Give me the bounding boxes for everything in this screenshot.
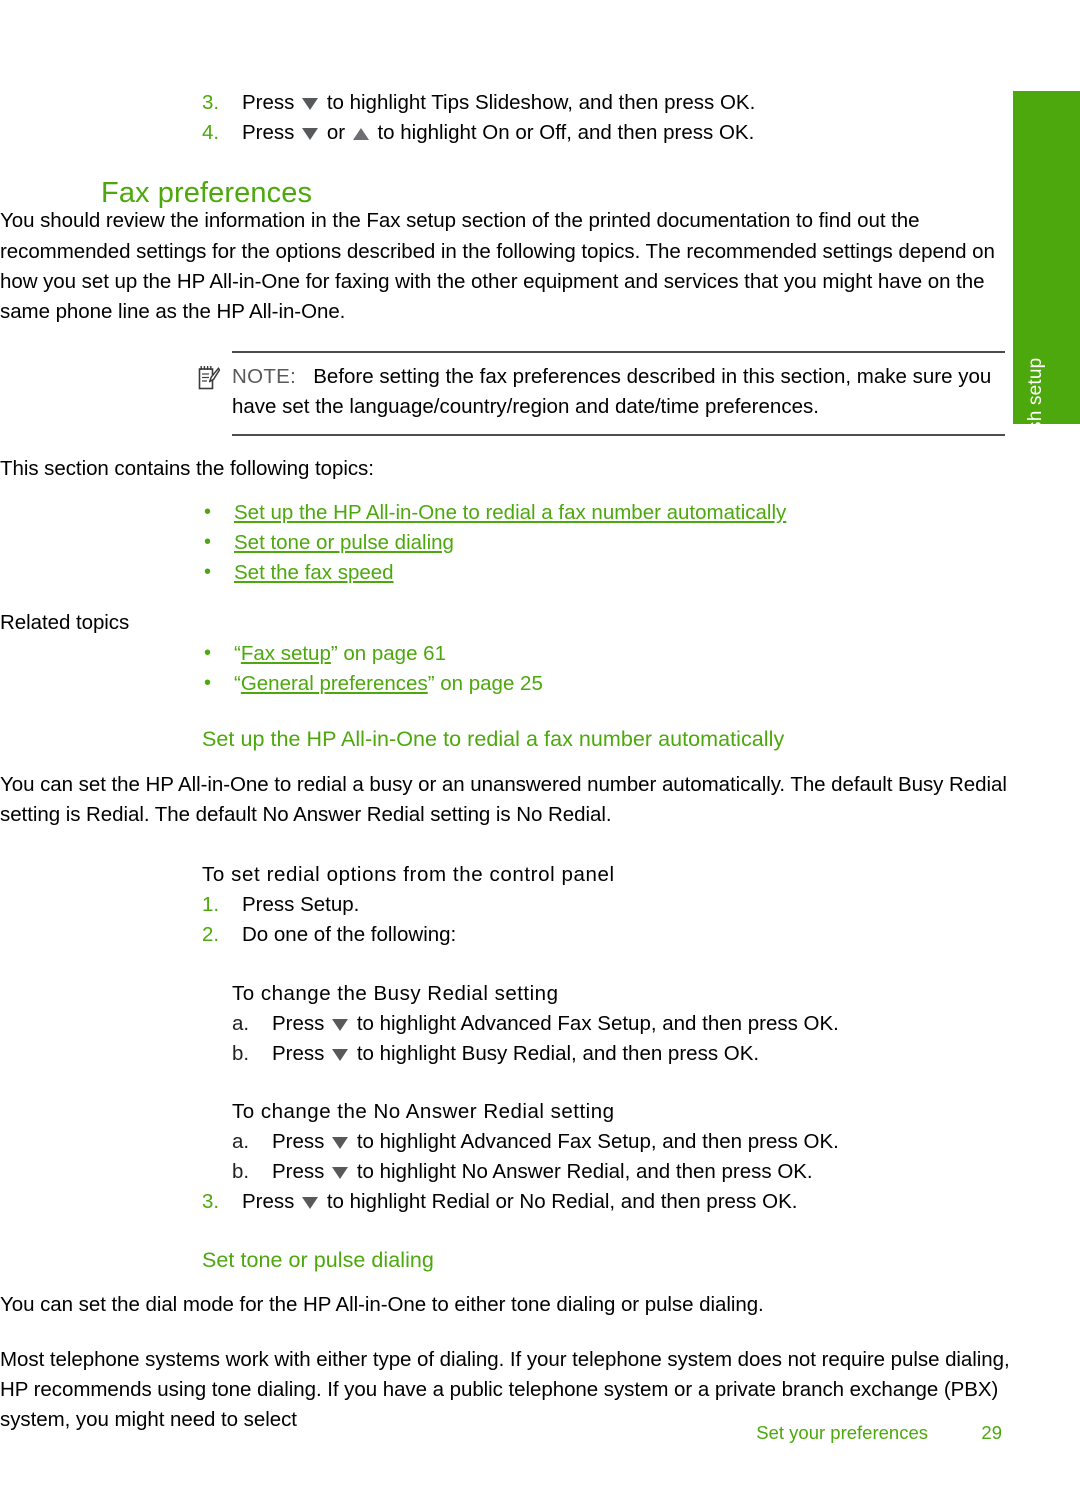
step-text-before: Press bbox=[272, 1011, 325, 1035]
step-item: b. Press to highlight Busy Redial, and t… bbox=[232, 1039, 1005, 1069]
list-item: • Set tone or pulse dialing bbox=[202, 528, 1005, 558]
section-heading-tone-pulse: Set tone or pulse dialing bbox=[202, 1247, 434, 1272]
step-marker: b. bbox=[232, 1160, 250, 1184]
bullet-dot-icon: • bbox=[204, 500, 212, 523]
redial-steps-list: 1. Press Setup. 2. Do one of the followi… bbox=[202, 890, 1005, 950]
triangle-down-icon bbox=[332, 1018, 349, 1031]
step-text: Do one of the following: bbox=[242, 923, 457, 947]
section-thumb-tab: Finish setup bbox=[1013, 91, 1080, 462]
section-heading-redial: Set up the HP All-in-One to redial a fax… bbox=[202, 727, 785, 752]
step-marker: 1. bbox=[202, 893, 220, 917]
related-topics-label: Related topics bbox=[0, 611, 130, 635]
related-topic-quote-close: ” bbox=[427, 671, 435, 695]
topics-intro: This section contains the following topi… bbox=[0, 456, 374, 480]
fax-preferences-intro: You should review the information in the… bbox=[0, 209, 995, 324]
bullet-dot-icon: • bbox=[204, 641, 212, 664]
list-item: • Set up the HP All-in-One to redial a f… bbox=[202, 498, 1005, 528]
sub-procedure-title-busy-redial: To change the Busy Redial setting bbox=[232, 981, 559, 1005]
redial-intro: You can set the HP All-in-One to redial … bbox=[0, 772, 1007, 826]
step-text-before: Press bbox=[242, 121, 295, 145]
step-item: b. Press to highlight No Answer Redial, … bbox=[232, 1157, 1005, 1187]
step-text-before: Press bbox=[272, 1129, 325, 1153]
step-text-after: to highlight Tips Slideshow, and then pr… bbox=[326, 91, 756, 114]
list-item: • “Fax setup” on page 61 bbox=[202, 639, 1005, 669]
tone-pulse-paragraph-1: You can set the dial mode for the HP All… bbox=[0, 1293, 764, 1317]
step-marker: 2. bbox=[202, 923, 220, 947]
bullet-dot-icon: • bbox=[204, 671, 212, 694]
note-body-text: Before setting the fax preferences descr… bbox=[232, 365, 992, 419]
step-text-before: Press bbox=[242, 1190, 295, 1214]
no-answer-redial-steps-list: a. Press to highlight Advanced Fax Setup… bbox=[232, 1127, 1005, 1187]
note-pad-pencil-icon bbox=[198, 365, 221, 390]
triangle-down-icon bbox=[332, 1167, 349, 1180]
list-item: • “General preferences” on page 25 bbox=[202, 669, 1005, 699]
page-title: Fax preferences bbox=[101, 177, 313, 209]
step-text-after: to highlight No Answer Redial, and then … bbox=[356, 1160, 813, 1184]
list-item: • Set the fax speed bbox=[202, 558, 1005, 588]
step-marker: 4. bbox=[202, 121, 220, 145]
procedure-title: To set redial options from the control p… bbox=[202, 863, 615, 887]
section-thumb-tab-label: Finish setup bbox=[1024, 357, 1046, 463]
step-item: 3. Press to highlight Tips Slideshow, an… bbox=[202, 88, 1005, 118]
related-topic-quote-open: “ bbox=[234, 641, 241, 665]
triangle-down-icon bbox=[302, 128, 319, 141]
topic-link[interactable]: Set the fax speed bbox=[234, 561, 394, 584]
related-topic-page: on page 61 bbox=[337, 641, 446, 665]
footer-section-title: Set your preferences bbox=[756, 1422, 928, 1443]
step-text-after: to highlight Redial or No Redial, and th… bbox=[326, 1190, 798, 1214]
note-label: NOTE: bbox=[232, 365, 297, 389]
step-item: 2. Do one of the following: bbox=[202, 920, 1005, 950]
triangle-down-icon bbox=[302, 98, 319, 110]
bullet-dot-icon: • bbox=[204, 531, 212, 554]
redial-final-step-list: 3. Press to highlight Redial or No Redia… bbox=[202, 1187, 1005, 1217]
triangle-down-icon bbox=[332, 1048, 349, 1061]
topics-link-list: • Set up the HP All-in-One to redial a f… bbox=[202, 498, 1005, 589]
triangle-up-icon bbox=[352, 128, 369, 141]
continued-steps-list: 3. Press to highlight Tips Slideshow, an… bbox=[202, 88, 1005, 148]
step-item: 4. Press or to highlight On or Off, and … bbox=[202, 118, 1005, 148]
page-content: 3. Press to highlight Tips Slideshow, an… bbox=[0, 0, 1013, 1495]
related-topic-quote-open: “ bbox=[234, 671, 241, 695]
step-text-after: to highlight Advanced Fax Setup, and the… bbox=[356, 1129, 839, 1153]
step-item: a. Press to highlight Advanced Fax Setup… bbox=[232, 1127, 1005, 1157]
related-topics-list: • “Fax setup” on page 61 • “General pref… bbox=[202, 639, 1005, 699]
step-marker: b. bbox=[232, 1041, 250, 1065]
sub-procedure-title-no-answer-redial: To change the No Answer Redial setting bbox=[232, 1099, 615, 1123]
step-item: a. Press to highlight Advanced Fax Setup… bbox=[232, 1009, 1005, 1039]
step-item: 1. Press Setup. bbox=[202, 890, 1005, 920]
page-footer: Set your preferences 29 bbox=[0, 1422, 1013, 1444]
step-item: 3. Press to highlight Redial or No Redia… bbox=[202, 1187, 1005, 1217]
note-text: NOTE: Before setting the fax preferences… bbox=[232, 362, 1005, 422]
step-text-after: to highlight On or Off, and then press O… bbox=[377, 121, 755, 145]
step-text-middle: or bbox=[326, 121, 346, 145]
step-text-before: Press bbox=[272, 1041, 325, 1065]
step-text-after: to highlight Busy Redial, and then press… bbox=[356, 1041, 760, 1065]
related-topic-link[interactable]: General preferences bbox=[241, 672, 428, 695]
step-marker: a. bbox=[232, 1129, 250, 1153]
step-text-after: to highlight Advanced Fax Setup, and the… bbox=[356, 1011, 839, 1035]
bullet-dot-icon: • bbox=[204, 561, 212, 584]
topic-link[interactable]: Set tone or pulse dialing bbox=[234, 531, 454, 554]
step-text-before: Press bbox=[272, 1160, 325, 1184]
document-page: Finish setup 3. Press to highlight Tips … bbox=[0, 0, 1080, 1495]
step-text-before: Press bbox=[242, 91, 295, 114]
busy-redial-steps-list: a. Press to highlight Advanced Fax Setup… bbox=[232, 1009, 1005, 1069]
step-text: Press Setup. bbox=[242, 893, 360, 917]
triangle-down-icon bbox=[302, 1197, 319, 1210]
step-marker: 3. bbox=[202, 91, 220, 114]
triangle-down-icon bbox=[332, 1136, 349, 1149]
note-callout: NOTE: Before setting the fax preferences… bbox=[198, 351, 1005, 436]
related-topic-quote-close: ” bbox=[330, 641, 338, 665]
related-topic-page: on page 25 bbox=[434, 671, 543, 695]
step-marker: a. bbox=[232, 1011, 250, 1035]
footer-page-number: 29 bbox=[981, 1422, 1002, 1443]
topic-link[interactable]: Set up the HP All-in-One to redial a fax… bbox=[234, 501, 786, 524]
step-marker: 3. bbox=[202, 1190, 220, 1214]
related-topic-link[interactable]: Fax setup bbox=[241, 642, 331, 665]
